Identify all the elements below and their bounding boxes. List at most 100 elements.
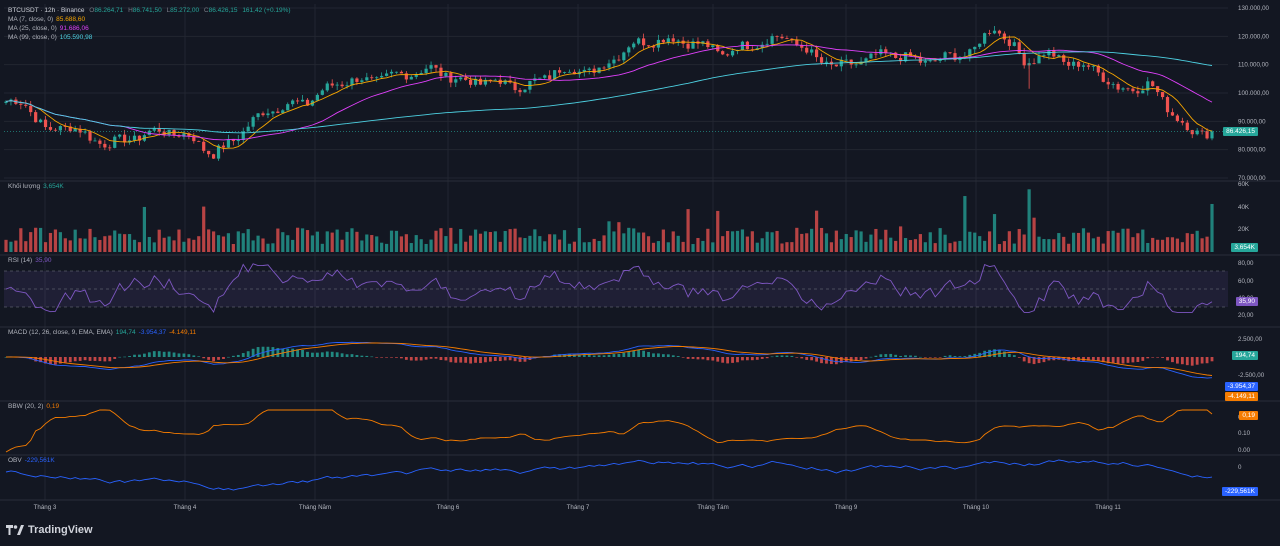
- candle-body: [261, 113, 265, 116]
- macd-histogram-bar: [424, 357, 428, 360]
- macd-histogram-bar: [241, 353, 245, 357]
- macd-histogram-bar: [1210, 357, 1214, 362]
- macd-histogram-bar: [755, 357, 759, 360]
- volume-bar: [829, 242, 834, 252]
- macd-histogram-bar: [706, 357, 710, 361]
- candle-body: [632, 43, 636, 48]
- macd-histogram-bar: [365, 355, 369, 357]
- volume-bar: [775, 230, 779, 252]
- macd-histogram-bar: [493, 357, 497, 361]
- macd-histogram-bar: [948, 355, 952, 357]
- candle-body: [646, 45, 651, 47]
- macd-histogram-bar: [409, 357, 413, 361]
- macd-histogram-bar: [1091, 357, 1095, 361]
- symbol-title[interactable]: BTCUSDT · 12h · Binance: [8, 7, 84, 14]
- candle-body: [380, 75, 384, 78]
- candle-body: [1007, 39, 1011, 46]
- volume-bar: [587, 242, 591, 252]
- volume-bar: [152, 242, 156, 252]
- candle-body: [424, 68, 428, 74]
- macd-histogram-bar: [414, 357, 418, 361]
- volume-bar: [276, 228, 280, 252]
- macd-histogram-bar: [750, 357, 754, 361]
- ma99-legend[interactable]: MA (99, close, 0) 105.590,98: [8, 33, 291, 42]
- volume-bar: [805, 233, 809, 252]
- candle-body: [464, 77, 468, 80]
- macd-histogram-bar: [889, 353, 893, 357]
- rsi-last-tag: 35,90: [1235, 297, 1258, 306]
- candle-body: [271, 111, 275, 114]
- candle-body: [325, 83, 329, 91]
- volume-bar: [256, 235, 260, 252]
- macd-histogram-bar: [760, 357, 764, 359]
- bbw-legend[interactable]: BBW (20, 2) 0,19: [8, 403, 59, 410]
- time-tick-label: Tháng 11: [1095, 504, 1121, 511]
- volume-bar: [1101, 243, 1105, 252]
- macd-histogram-bar: [73, 357, 77, 362]
- volume-bar: [261, 238, 265, 252]
- volume-bar: [231, 243, 235, 252]
- tradingview-logo[interactable]: TradingView: [6, 524, 93, 536]
- high-value: 86.741,50: [132, 7, 162, 14]
- macd-histogram-bar: [217, 357, 220, 360]
- volume-bar: [656, 241, 661, 252]
- candle-body: [1101, 72, 1105, 82]
- macd-histogram-bar: [953, 356, 957, 357]
- candle-body: [493, 79, 497, 81]
- volume-bar: [414, 235, 418, 252]
- volume-bar: [473, 229, 478, 252]
- volume-bar: [1017, 229, 1021, 252]
- macd-histogram-bar: [498, 357, 502, 362]
- chart-canvas[interactable]: 130.000,00 120.000,00 110.000,00 100.000,00…: [0, 0, 1280, 546]
- rsi-legend[interactable]: RSI (14) 35,90: [8, 257, 51, 264]
- volume-bar: [9, 241, 13, 252]
- obv-legend[interactable]: OBV -229,561K: [8, 457, 55, 464]
- candle-body: [1012, 42, 1016, 46]
- volume-bar: [350, 228, 354, 252]
- volume-bar: [735, 230, 740, 252]
- price-tick-label: 90.000,00: [1238, 118, 1266, 125]
- macd-histogram-bar: [923, 357, 927, 358]
- macd-histogram-bar: [622, 352, 626, 357]
- macd-histogram-bar: [1047, 357, 1051, 361]
- candle-body: [518, 90, 522, 93]
- volume-bar: [1106, 231, 1110, 252]
- macd-histogram-bar: [231, 355, 235, 357]
- macd-histogram-bar: [632, 350, 636, 357]
- candle-body: [676, 40, 680, 42]
- macd-histogram-bar: [918, 356, 922, 358]
- tradingview-wordmark: TradingView: [28, 524, 93, 536]
- macd-histogram-bar: [1007, 353, 1011, 357]
- volume-bar: [177, 229, 181, 252]
- ma25-legend[interactable]: MA (25, close, 0) 91.686,06: [8, 24, 291, 33]
- volume-legend[interactable]: Khối lượng 3,654K: [8, 183, 64, 190]
- macd-histogram-bar: [647, 351, 650, 357]
- macd-legend[interactable]: MACD (12, 26, close, 9, EMA, EMA) 194,74-…: [8, 329, 196, 336]
- candle-body: [844, 59, 848, 61]
- candle-body: [414, 74, 418, 77]
- volume-bar: [1131, 237, 1135, 252]
- ma7-legend[interactable]: MA (7, close, 0) 85.688,60: [8, 15, 291, 24]
- volume-bar: [1067, 243, 1071, 252]
- macd-histogram-bar: [928, 357, 932, 358]
- candle-body: [948, 52, 952, 54]
- macd-histogram-bar: [439, 357, 443, 361]
- volume-bar: [548, 234, 552, 252]
- macd-histogram-bar: [741, 357, 744, 361]
- candle-body: [543, 75, 547, 78]
- time-tick-label: Tháng Năm: [299, 504, 331, 511]
- candle-body: [300, 99, 305, 102]
- macd-histogram-bar: [612, 354, 616, 357]
- candle-body: [874, 53, 878, 55]
- candle-body: [1165, 97, 1170, 113]
- macd-histogram-bar: [686, 357, 690, 359]
- volume-bar: [903, 238, 908, 252]
- volume-bar: [394, 230, 399, 252]
- macd-histogram-bar: [395, 357, 398, 358]
- candle-body: [1141, 90, 1145, 94]
- volume-bar: [755, 242, 759, 252]
- candle-body: [108, 147, 112, 149]
- volume-bar: [1052, 239, 1056, 252]
- macd-histogram-bar: [800, 357, 804, 359]
- volume-bar: [424, 243, 428, 252]
